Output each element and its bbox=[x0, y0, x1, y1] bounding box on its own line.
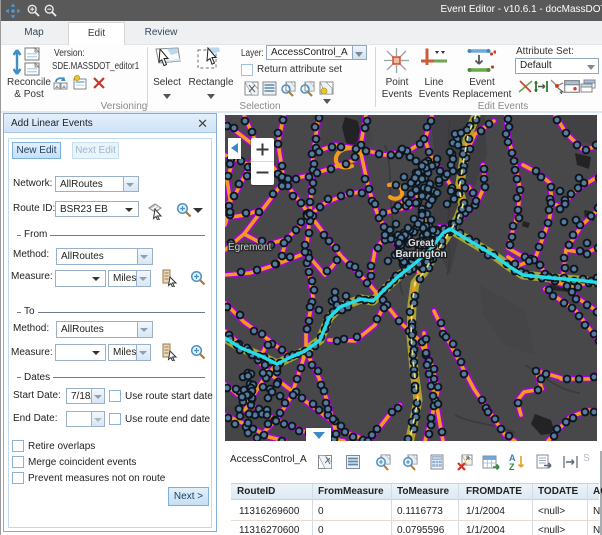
svg-text:Egremont: Egremont bbox=[228, 242, 272, 253]
svg-text:Great: Great bbox=[408, 238, 435, 249]
svg-text:Barrington: Barrington bbox=[395, 249, 446, 260]
svg-text:Z: Z bbox=[509, 462, 515, 471]
